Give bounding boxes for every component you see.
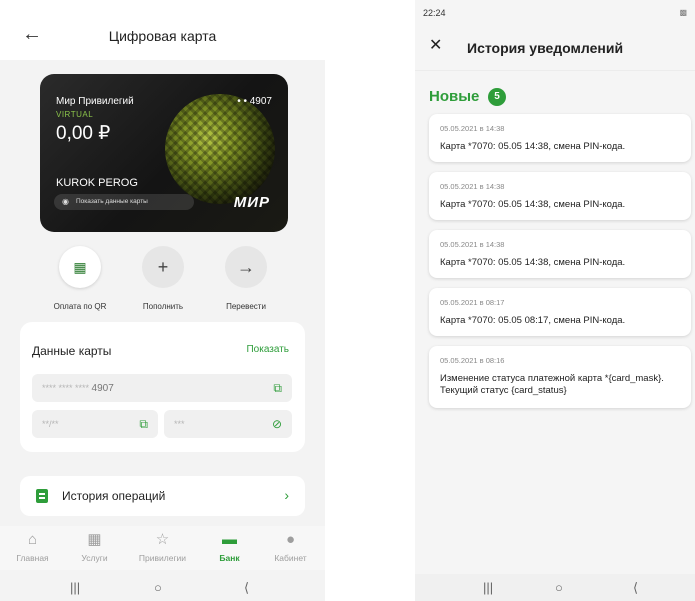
count-badge: 5 xyxy=(488,88,506,106)
arrow-right-icon: → xyxy=(225,246,267,288)
page-title: История уведомлений xyxy=(467,40,624,56)
operations-history-row[interactable]: История операций › xyxy=(20,476,305,516)
system-nav: ||| ○ ⟨ xyxy=(0,574,325,601)
back-icon[interactable]: ⟨ xyxy=(633,580,638,596)
notification-history-screen: 22:24 ▩ ✕ История уведомлений Новые 5 05… xyxy=(415,0,695,601)
transfer-action[interactable]: → Перевести xyxy=(206,246,286,311)
recents-icon[interactable]: ||| xyxy=(70,580,80,595)
notification-date: 05.05.2021 в 14:38 xyxy=(440,124,505,133)
page-title: Цифровая карта xyxy=(108,28,217,44)
grid-icon: ▦ xyxy=(87,531,102,548)
top-up-label: Пополнить xyxy=(142,302,184,311)
notification-item[interactable]: 05.05.2021 в 14:38 Карта *7070: 05.05 14… xyxy=(429,230,691,278)
copy-icon[interactable]: ⧉ xyxy=(139,417,148,432)
status-time: 22:24 xyxy=(423,8,446,18)
nav-label: Кабинет xyxy=(274,553,307,563)
recents-icon[interactable]: ||| xyxy=(483,580,493,595)
card-data-title: Данные карты xyxy=(32,344,112,358)
expiry-field[interactable]: **/** ⧉ xyxy=(32,410,158,438)
show-card-data-button[interactable]: ◉ Показать данные карты xyxy=(54,194,194,210)
plus-icon: + xyxy=(142,246,184,288)
digital-card-screen: ← Цифровая карта Мир Привилегий VIRTUAL … xyxy=(0,0,325,601)
notification-date: 05.05.2021 в 08:16 xyxy=(440,356,505,365)
signal-icon: ▩ xyxy=(679,8,687,17)
nav-label: Услуги xyxy=(81,553,108,563)
notification-text: Карта *7070: 05.05 14:38, смена PIN-кода… xyxy=(440,199,626,210)
header: ✕ История уведомлений xyxy=(415,24,695,71)
back-icon[interactable]: ⟨ xyxy=(244,580,249,596)
notification-item[interactable]: 05.05.2021 в 14:38 Карта *7070: 05.05 14… xyxy=(429,172,691,220)
operations-history-label: История операций xyxy=(62,489,166,503)
expiry-value: **/** xyxy=(42,419,59,429)
notification-item[interactable]: 05.05.2021 в 14:38 Карта *7070: 05.05 14… xyxy=(429,114,691,162)
close-icon[interactable]: ✕ xyxy=(429,38,442,54)
system-nav: ||| ○ ⟨ xyxy=(415,574,695,601)
chevron-right-icon: › xyxy=(284,487,289,503)
star-icon: ☆ xyxy=(155,531,170,548)
card-globe-graphic xyxy=(165,94,275,204)
card-name: Мир Привилегий xyxy=(56,96,134,107)
card-data-panel: Данные карты Показать **** **** **** 490… xyxy=(20,322,305,452)
notification-date: 05.05.2021 в 14:38 xyxy=(440,182,505,191)
card-number-value: **** **** **** 4907 xyxy=(42,383,114,394)
card-last-digits: • • 4907 xyxy=(237,96,272,107)
header: ← Цифровая карта xyxy=(0,0,325,60)
notification-text: Карта *7070: 05.05 14:38, смена PIN-кода… xyxy=(440,257,626,268)
qr-pay-label: Оплата по QR xyxy=(53,302,107,311)
nav-label: Главная xyxy=(16,553,49,563)
nav-label: Привилегии xyxy=(138,553,187,563)
mir-logo: МИР xyxy=(233,194,270,211)
card-number-field[interactable]: **** **** **** 4907 ⧉ xyxy=(32,374,292,402)
user-icon: ● xyxy=(285,531,296,548)
bottom-nav: ⌂ Главная ▦ Услуги ☆ Привилегии ▬ Банк ●… xyxy=(0,526,325,570)
show-card-data-link[interactable]: Показать xyxy=(246,344,289,355)
card-number-mask: **** **** **** xyxy=(42,383,90,393)
card-holder: KUROK PEROG xyxy=(56,177,138,189)
nav-item-services[interactable]: ▦ Услуги xyxy=(62,530,127,563)
status-bar: 22:24 ▩ xyxy=(415,0,695,24)
card-icon: ▬ xyxy=(222,531,237,548)
bank-card[interactable]: Мир Привилегий VIRTUAL 0,00 ₽ • • 4907 K… xyxy=(40,74,288,232)
qr-pay-action[interactable]: ▦ Оплата по QR xyxy=(40,246,120,311)
nav-item-privileges[interactable]: ☆ Привилегии xyxy=(130,530,195,563)
cvv-value: *** xyxy=(174,419,185,429)
card-type: VIRTUAL xyxy=(56,110,94,119)
cvv-field[interactable]: *** ⊘ xyxy=(164,410,292,438)
transfer-label: Перевести xyxy=(226,302,266,311)
eye-icon: ◉ xyxy=(62,197,69,206)
notification-item[interactable]: 05.05.2021 в 08:16 Изменение статуса пла… xyxy=(429,346,691,408)
notification-item[interactable]: 05.05.2021 в 08:17 Карта *7070: 05.05 08… xyxy=(429,288,691,336)
notification-text: Изменение статуса платежной карта *{card… xyxy=(440,373,664,396)
home-icon: ⌂ xyxy=(27,531,38,548)
show-card-data-label: Показать данные карты xyxy=(76,198,148,205)
eye-off-icon[interactable]: ⊘ xyxy=(272,417,282,431)
notification-text: Карта *7070: 05.05 14:38, смена PIN-кода… xyxy=(440,141,626,152)
notification-date: 05.05.2021 в 14:38 xyxy=(440,240,505,249)
notification-text: Карта *7070: 05.05 08:17, смена PIN-кода… xyxy=(440,315,626,326)
card-balance: 0,00 ₽ xyxy=(56,123,111,144)
section-title: Новые xyxy=(429,88,480,105)
top-up-action[interactable]: + Пополнить xyxy=(123,246,203,311)
nav-label: Банк xyxy=(219,553,240,563)
nav-item-home[interactable]: ⌂ Главная xyxy=(0,530,65,563)
card-number-last: 4907 xyxy=(91,383,114,394)
nav-item-cabinet[interactable]: ● Кабинет xyxy=(258,530,323,563)
copy-icon[interactable]: ⧉ xyxy=(273,381,282,396)
home-circle-icon[interactable]: ○ xyxy=(555,580,563,595)
home-circle-icon[interactable]: ○ xyxy=(154,580,162,595)
document-icon xyxy=(36,489,48,503)
notification-date: 05.05.2021 в 08:17 xyxy=(440,298,505,307)
qr-icon: ▦ xyxy=(59,246,101,288)
nav-item-bank[interactable]: ▬ Банк xyxy=(197,530,262,563)
